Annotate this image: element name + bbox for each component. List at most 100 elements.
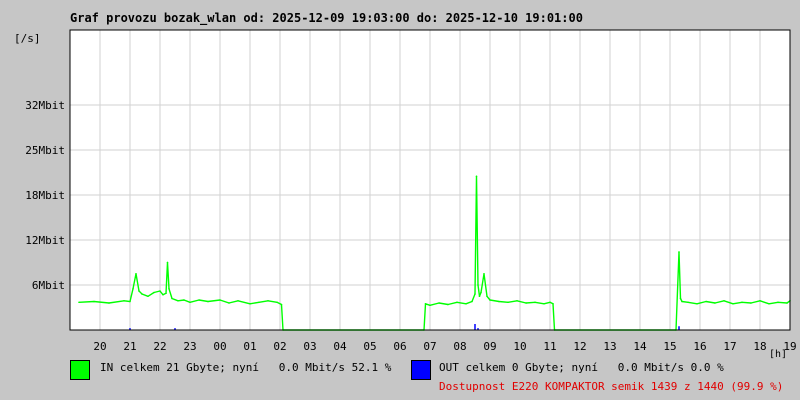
series-in-point — [549, 301, 551, 304]
series-in-point — [759, 299, 761, 302]
y-ticks: 6Mbit 12Mbit 18Mbit 25Mbit 32Mbit — [25, 99, 65, 292]
traffic-graph-image: Graf provozu bozak_wlan od: 2025-12-09 1… — [0, 0, 800, 400]
series-in-point — [679, 297, 682, 300]
x-tick-label: 11 — [543, 340, 556, 353]
series-in-point — [777, 301, 779, 304]
series-in-point — [78, 301, 80, 304]
series-in-point — [171, 297, 173, 300]
series-in-point — [267, 299, 269, 302]
series-in-point — [198, 299, 200, 301]
series-in-point — [750, 302, 752, 304]
x-tick-label: 06 — [393, 340, 406, 353]
series-in-point — [552, 302, 554, 305]
series-in-point — [249, 302, 251, 305]
series-in-point — [438, 302, 440, 304]
series-in-point — [219, 299, 221, 301]
series-in-point — [162, 293, 164, 296]
x-tick-label: 10 — [513, 340, 526, 353]
series-in-point — [732, 302, 734, 305]
series-in-point — [456, 301, 458, 304]
x-tick-label: 09 — [483, 340, 496, 353]
series-in-point — [447, 303, 449, 306]
x-tick-label: 22 — [153, 340, 166, 353]
legend-in-swatch — [70, 360, 90, 380]
series-in-point — [478, 295, 481, 298]
series-in-point — [258, 301, 260, 304]
series-in-point — [276, 301, 278, 304]
series-in-point — [166, 261, 169, 264]
series-in-point — [424, 302, 427, 305]
x-tick-label: 00 — [213, 340, 226, 353]
availability-text: Dostupnost E220 KOMPAKTOR semik 1439 z 1… — [439, 380, 784, 393]
x-tick-label: 08 — [453, 340, 466, 353]
series-in-point — [138, 290, 140, 292]
series-in-point — [429, 304, 431, 307]
series-in-point — [228, 302, 230, 304]
series-in-point — [477, 284, 479, 286]
x-tick-label: 01 — [243, 340, 256, 353]
series-in-point — [723, 299, 725, 302]
series-in-point — [714, 302, 716, 304]
series-in-point — [475, 175, 478, 178]
chart-svg: 6Mbit 12Mbit 18Mbit 25Mbit 32Mbit 20 21 22 23 00… — [25, 29, 797, 353]
x-tick-label: 18 — [753, 340, 766, 353]
series-in-point — [189, 301, 191, 304]
series-in-point — [696, 302, 698, 305]
series-in-point — [486, 295, 488, 298]
series-in-point — [516, 299, 518, 302]
x-tick-label: 04 — [333, 340, 347, 353]
series-out-bar — [678, 326, 680, 330]
x-tick-label: 23 — [183, 340, 196, 353]
series-in-point — [489, 299, 491, 301]
x-tick-label: 13 — [603, 340, 616, 353]
series-in-point — [129, 300, 131, 303]
series-in-point — [183, 299, 185, 301]
x-tick-label: 07 — [423, 340, 436, 353]
x-tick-label: 16 — [693, 340, 706, 353]
y-tick-label: 18Mbit — [25, 189, 65, 202]
series-in-point — [534, 301, 536, 304]
series-in-point — [705, 300, 707, 303]
series-in-point — [147, 295, 149, 298]
series-in-point — [786, 302, 788, 304]
series-in-point — [237, 299, 239, 302]
series-in-point — [507, 301, 509, 304]
series-in-point — [465, 302, 467, 305]
series-out-bar — [474, 324, 476, 330]
series-in-point — [471, 300, 473, 303]
series-in-point — [280, 303, 283, 306]
series-in-point — [93, 300, 95, 303]
x-tick-label: 02 — [273, 340, 286, 353]
x-tick-label: 03 — [303, 340, 316, 353]
x-tick-label: 12 — [573, 340, 586, 353]
series-in-point — [177, 299, 179, 302]
x-tick-label: 15 — [663, 340, 676, 353]
series-in-point — [141, 293, 143, 295]
x-ticks: 20 21 22 23 00 01 02 03 04 05 06 07 08 09 10 11 12 13 14 15… — [93, 340, 796, 353]
series-in-point — [159, 290, 161, 292]
y-tick-label: 25Mbit — [25, 144, 65, 157]
series-in-point — [123, 299, 125, 302]
series-in-point — [681, 300, 683, 303]
series-in-point — [687, 301, 689, 304]
y-tick-label: 12Mbit — [25, 234, 65, 247]
legend-in-text: IN celkem 21 Gbyte; nyní 0.0 Mbit/s 52.1… — [100, 361, 392, 374]
series-in-point — [498, 300, 500, 303]
series-in-point — [132, 287, 134, 290]
series-in-point — [168, 287, 170, 290]
y-tick-label: 6Mbit — [32, 279, 65, 292]
series-in-point — [525, 302, 527, 304]
series-in-point — [543, 302, 545, 305]
series-in-point — [741, 301, 743, 304]
series-in-point — [678, 251, 680, 253]
x-tick-label: 20 — [93, 340, 106, 353]
legend-out-swatch — [411, 360, 431, 380]
series-in-point — [480, 291, 482, 294]
series-in-point — [165, 292, 167, 295]
series-in-point — [483, 272, 485, 275]
y-tick-label: 32Mbit — [25, 99, 65, 112]
series-in-point — [768, 302, 770, 305]
x-tick-label: 14 — [633, 340, 647, 353]
x-axis-unit: [h] — [769, 349, 788, 360]
x-tick-label: 21 — [123, 340, 136, 353]
